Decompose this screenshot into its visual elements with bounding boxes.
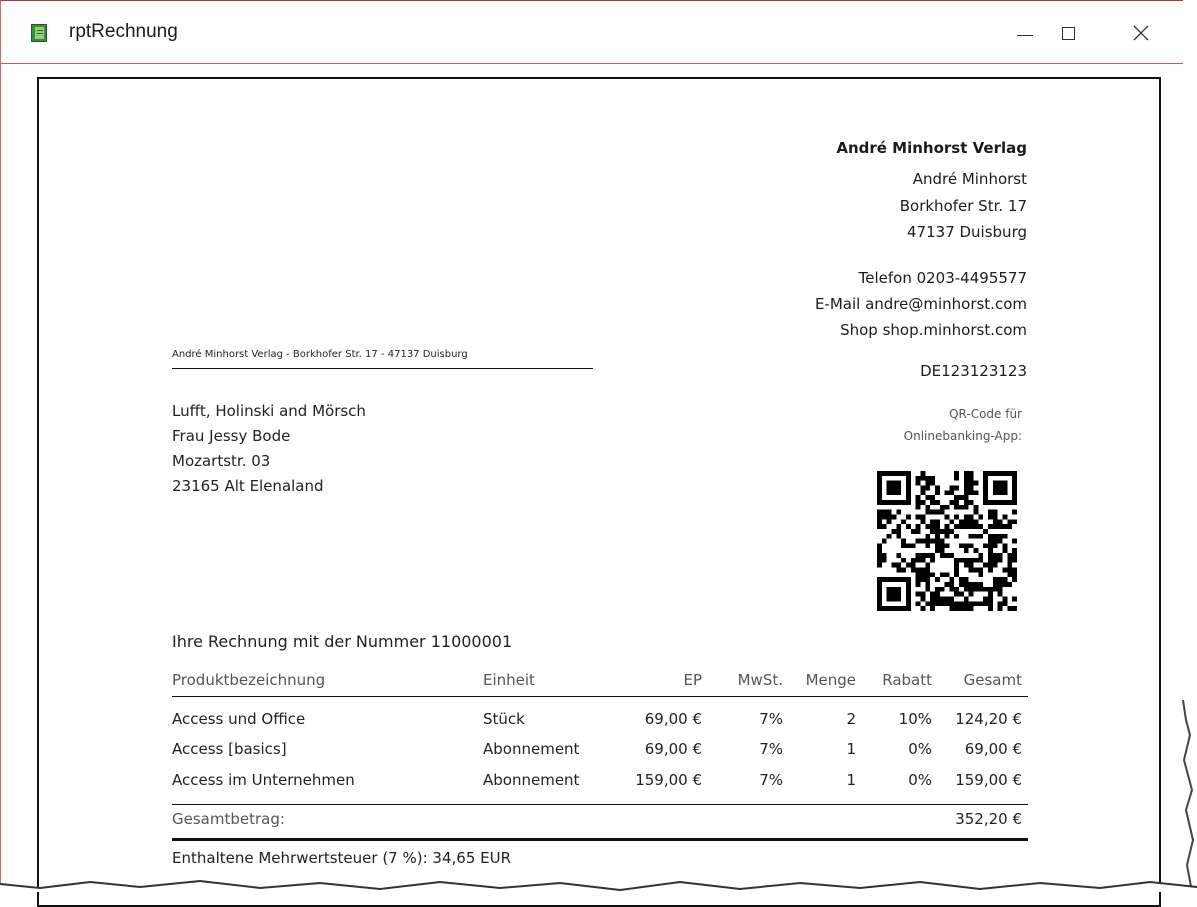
return-address-line: André Minhorst Verlag - Borkhofer Str. 1… — [172, 349, 468, 360]
qr-label-line2: Onlinebanking-App: — [903, 429, 1022, 443]
return-address-rule — [172, 368, 593, 369]
sender-shop: Shop shop.minhorst.com — [840, 321, 1027, 339]
recipient-person: Frau Jessy Bode — [172, 427, 291, 445]
qr-label-line1: QR-Code für — [949, 407, 1022, 421]
maximize-button[interactable] — [1047, 15, 1091, 51]
close-icon — [1133, 25, 1149, 41]
header-total: Gesamt — [963, 671, 1022, 689]
sender-company: André Minhorst Verlag — [836, 139, 1027, 157]
header-product: Produktbezeichnung — [172, 671, 326, 689]
header-vat: MwSt. — [737, 671, 783, 689]
recipient-company: Lufft, Holinski and Mörsch — [172, 402, 366, 420]
header-unit: Einheit — [483, 671, 535, 689]
sender-city: 47137 Duisburg — [907, 223, 1027, 241]
recipient-city: 23165 Alt Elenaland — [172, 477, 324, 495]
sender-vat-id: DE123123123 — [920, 362, 1027, 380]
header-qty: Menge — [805, 671, 856, 689]
close-button[interactable] — [1119, 15, 1163, 51]
torn-edge-decoration — [0, 700, 1197, 892]
header-ep: EP — [683, 671, 702, 689]
sender-street: Borkhofer Str. 17 — [899, 197, 1027, 215]
minimize-button[interactable] — [1001, 15, 1045, 51]
sender-email: E-Mail andre@minhorst.com — [814, 295, 1027, 313]
qr-code — [877, 471, 1017, 611]
header-rule — [172, 696, 1028, 697]
report-icon — [31, 24, 47, 42]
sender-phone: Telefon 0203-4495577 — [858, 269, 1027, 287]
sender-name: André Minhorst — [912, 170, 1027, 188]
recipient-street: Mozartstr. 03 — [172, 452, 271, 470]
invoice-title: Ihre Rechnung mit der Nummer 11000001 — [172, 632, 513, 651]
title-bar[interactable]: rptRechnung — [1, 1, 1183, 64]
window-title: rptRechnung — [69, 21, 178, 42]
header-discount: Rabatt — [882, 671, 932, 689]
